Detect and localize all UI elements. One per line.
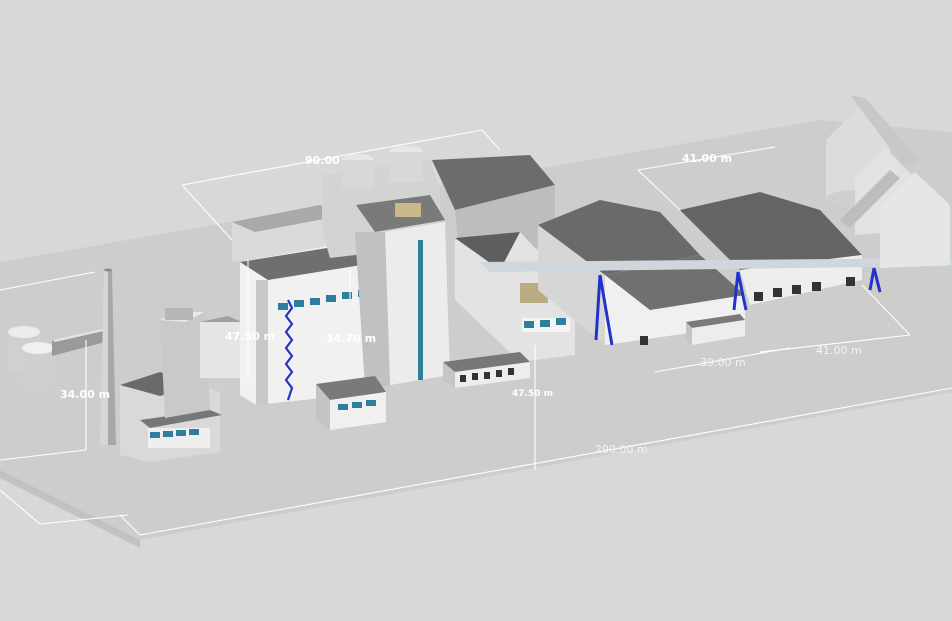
- dimension-mid-height: 47.50 m: [512, 389, 553, 399]
- industrial-plant-3d-view: 90.00 41.00 m 34.00 m 47.50 m 34.70 m 47…: [0, 95, 952, 548]
- dimension-tower-height: 34.70 m: [326, 332, 376, 345]
- dimension-total-length: 290.00 m: [595, 443, 648, 456]
- dimension-warehouse-span: 39.00 m: [700, 356, 746, 369]
- dimension-boiler-height: 47.50 m: [225, 330, 275, 343]
- dimension-warehouse-right: 41.00 m: [816, 344, 862, 357]
- office-block: [316, 376, 386, 430]
- dimension-warehouse-top: 41.00 m: [682, 152, 732, 165]
- dimension-top-width: 90.00: [305, 154, 340, 167]
- dimension-chimney-height: 34.00 m: [60, 388, 110, 401]
